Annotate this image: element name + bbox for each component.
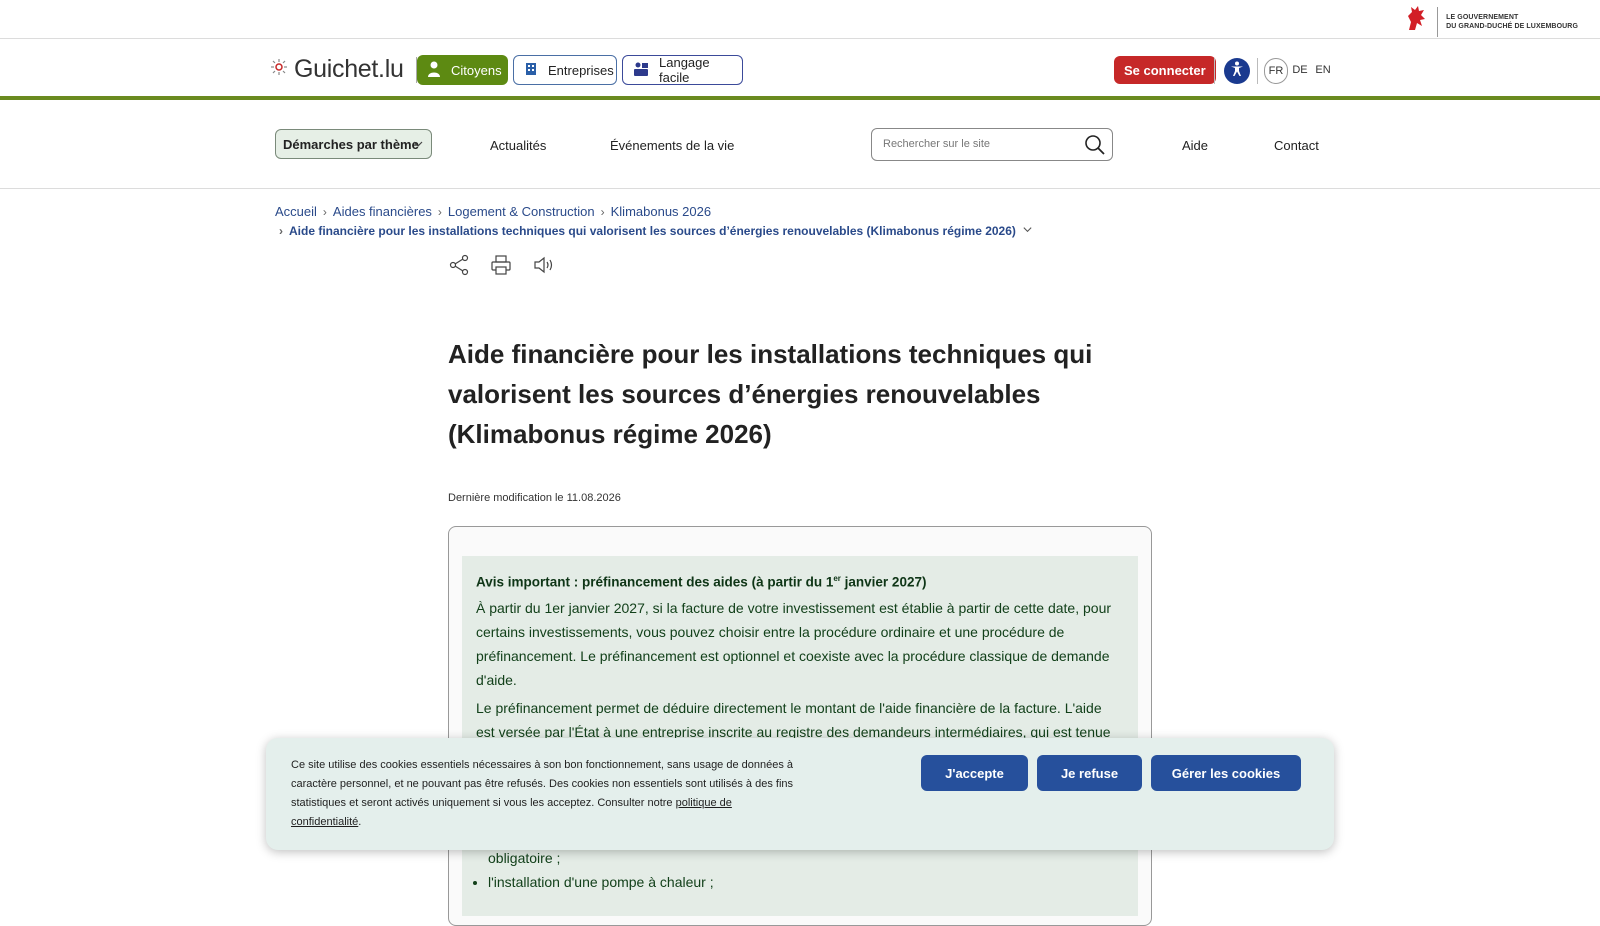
chevron-right-icon: ›	[600, 204, 605, 219]
nav-link-evenements[interactable]: Événements de la vie	[610, 138, 734, 153]
segment-label: Entreprises	[548, 62, 614, 78]
themes-dropdown-label: Démarches par thème	[283, 136, 419, 152]
breadcrumb-item[interactable]: Accueil	[275, 204, 317, 219]
chevron-right-icon: ›	[279, 224, 283, 238]
segment-citoyens[interactable]: Citoyens	[417, 55, 508, 85]
language-fr[interactable]: FR	[1264, 58, 1288, 84]
breadcrumb-item[interactable]: Klimabonus 2026	[611, 204, 711, 219]
cookie-end: .	[358, 816, 362, 828]
notice-heading-sup: er	[833, 574, 841, 583]
brand-name: Guichet.lu	[294, 55, 404, 83]
last-modified: Dernière modification le 11.08.2026	[448, 492, 621, 504]
last-modified-date: 11.08.2026	[566, 492, 621, 504]
important-notice: Avis important : préfinancement des aide…	[462, 556, 1138, 916]
chevron-right-icon: ›	[437, 204, 442, 219]
language-de[interactable]: DE	[1290, 58, 1310, 82]
content-card: Avis important : préfinancement des aide…	[448, 526, 1152, 926]
breadcrumb-current-label: Aide financière pour les installations t…	[289, 224, 1016, 238]
notice-heading-post: janvier 2027)	[840, 574, 927, 590]
gov-line1: LE GOUVERNEMENT	[1446, 13, 1519, 21]
read-aloud-icon[interactable]	[532, 254, 556, 276]
notice-heading-pre: Avis important : préfinancement des aide…	[476, 574, 834, 590]
accessibility-icon	[1228, 60, 1246, 83]
notice-paragraph: Le préfinancement permet de déduire dire…	[476, 699, 1111, 740]
chevron-right-icon: ›	[322, 204, 327, 219]
cookie-text: Ce site utilise des cookies essentiels n…	[291, 756, 801, 832]
easy-read-icon	[633, 61, 649, 80]
refuse-cookies-button[interactable]: Je refuse	[1037, 755, 1142, 791]
list-item: l'installation d'une pompe à chaleur ;	[488, 870, 1116, 894]
language-en[interactable]: EN	[1313, 58, 1333, 82]
red-lion-icon	[1405, 4, 1429, 39]
segment-label: Citoyens	[451, 62, 502, 78]
breadcrumb-item[interactable]: Aides financières	[333, 204, 432, 219]
segment-langage-facile[interactable]: Langage facile	[622, 55, 743, 85]
nav-link-actualites[interactable]: Actualités	[490, 138, 546, 153]
segment-label: Langage facile	[659, 55, 710, 85]
sun-logo-icon	[270, 58, 288, 81]
segment-entreprises[interactable]: Entreprises	[513, 55, 617, 85]
nav-link-contact[interactable]: Contact	[1274, 138, 1319, 153]
government-logo[interactable]: LE GOUVERNEMENT DU GRAND-DUCHÉ DE LUXEMB…	[1405, 4, 1578, 39]
nav-link-aide[interactable]: Aide	[1182, 138, 1208, 153]
search-input[interactable]	[881, 137, 1075, 151]
page-tools	[448, 254, 556, 276]
brand-logo[interactable]: Guichet.lu	[270, 55, 417, 84]
search-icon[interactable]	[1084, 134, 1106, 161]
accessibility-button[interactable]	[1224, 58, 1250, 84]
site-search	[871, 128, 1113, 161]
page-title: Aide financière pour les installations t…	[448, 339, 1093, 449]
header-divider	[1257, 58, 1258, 84]
manage-cookies-button[interactable]: Gérer les cookies	[1151, 755, 1301, 791]
last-modified-label: Dernière modification le	[448, 492, 564, 504]
gov-text: LE GOUVERNEMENT DU GRAND-DUCHÉ DE LUXEMB…	[1446, 13, 1578, 31]
breadcrumb: Accueil › Aides financières › Logement &…	[275, 204, 711, 219]
breadcrumb-current[interactable]: › Aide financière pour les installations…	[279, 224, 1033, 238]
breadcrumb-item[interactable]: Logement & Construction	[448, 204, 595, 219]
person-icon	[427, 61, 441, 80]
notice-paragraph: À partir du 1er janvier 2027, si la fact…	[476, 599, 1112, 688]
chevron-down-icon	[412, 138, 424, 153]
site-header: Guichet.lu Citoyens Entreprises Langage …	[0, 39, 1600, 100]
notice-heading: Avis important : préfinancement des aide…	[476, 574, 1124, 590]
themes-dropdown[interactable]: Démarches par thème	[275, 129, 432, 159]
cookie-banner: Ce site utilise des cookies essentiels n…	[266, 738, 1334, 850]
share-icon[interactable]	[448, 254, 470, 276]
notice-list: obligatoire ; l'installation d'une pompe…	[476, 846, 1116, 894]
building-icon	[524, 61, 538, 80]
main-navigation: Démarches par thème Actualités Événement…	[0, 100, 1600, 189]
accept-cookies-button[interactable]: J'accepte	[921, 755, 1028, 791]
login-button[interactable]: Se connecter	[1114, 56, 1216, 84]
chevron-down-icon	[1022, 224, 1033, 238]
header-divider	[1214, 58, 1215, 84]
government-bar: LE GOUVERNEMENT DU GRAND-DUCHÉ DE LUXEMB…	[0, 0, 1600, 39]
print-icon[interactable]	[490, 254, 512, 276]
gov-line2: DU GRAND-DUCHÉ DE LUXEMBOURG	[1446, 22, 1578, 30]
gov-divider	[1437, 6, 1439, 37]
